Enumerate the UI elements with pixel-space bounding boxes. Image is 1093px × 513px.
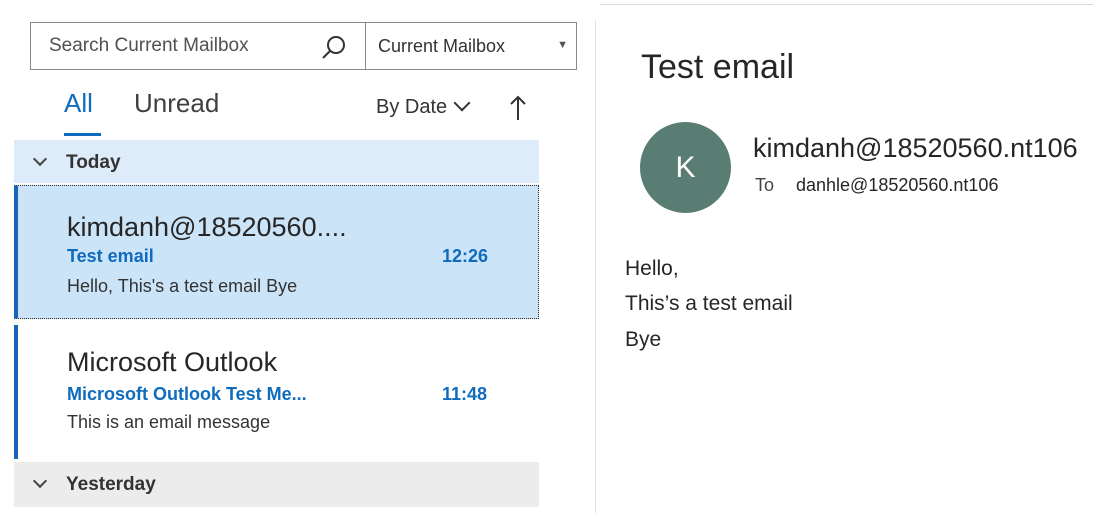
reading-to-label: To bbox=[755, 175, 775, 195]
message-item-selected[interactable]: kimdanh@18520560.... Test email 12:26 He… bbox=[14, 185, 539, 319]
group-header-today[interactable]: Today bbox=[14, 140, 539, 183]
email-body-line: Hello, bbox=[625, 257, 679, 280]
search-input[interactable] bbox=[31, 23, 365, 69]
tab-all[interactable]: All bbox=[64, 88, 93, 119]
message-sender: Microsoft Outlook bbox=[67, 347, 278, 377]
group-header-yesterday[interactable]: Yesterday bbox=[14, 462, 539, 507]
chevron-down-icon bbox=[453, 94, 471, 112]
active-tab-underline bbox=[64, 133, 101, 136]
reading-from-address[interactable]: kimdanh@18520560.nt106 bbox=[753, 133, 1078, 164]
message-subject: Microsoft Outlook Test Me... bbox=[67, 384, 307, 404]
search-scope-label: Current Mailbox bbox=[378, 36, 506, 56]
sort-by-dropdown[interactable]: By Date bbox=[376, 94, 471, 119]
message-subject: Test email bbox=[67, 246, 154, 266]
email-body-line: Bye bbox=[625, 328, 662, 351]
message-item[interactable]: Microsoft Outlook Microsoft Outlook Test… bbox=[14, 325, 539, 459]
pane-divider[interactable] bbox=[595, 20, 596, 513]
reading-to-address[interactable]: danhle@18520560.nt106 bbox=[796, 175, 998, 196]
search-icon[interactable] bbox=[319, 33, 349, 63]
reading-subject-title: Test email bbox=[641, 48, 795, 86]
email-body-line: This’s a test email bbox=[625, 292, 793, 315]
message-sender: kimdanh@18520560.... bbox=[67, 212, 347, 242]
chevron-down-icon: ▼ bbox=[557, 39, 568, 51]
search-box: Current Mailbox ▼ bbox=[30, 22, 577, 70]
search-scope-dropdown[interactable]: Current Mailbox ▼ bbox=[366, 23, 576, 69]
message-preview: Hello, This's a test email Bye bbox=[67, 276, 298, 296]
chevron-down-icon bbox=[32, 151, 48, 167]
arrow-up-icon[interactable] bbox=[508, 94, 528, 122]
sort-by-label: By Date bbox=[376, 96, 448, 118]
message-time: 12:26 bbox=[442, 246, 489, 266]
top-clipped-fragment bbox=[0, 0, 1093, 9]
sender-avatar[interactable]: K bbox=[640, 122, 731, 213]
message-time: 11:48 bbox=[442, 384, 488, 404]
top-divider bbox=[600, 4, 1093, 5]
group-label: Today bbox=[66, 152, 121, 173]
chevron-down-icon bbox=[32, 473, 48, 489]
message-preview: This is an email message bbox=[67, 412, 271, 432]
group-label: Yesterday bbox=[66, 474, 156, 495]
tab-unread[interactable]: Unread bbox=[134, 88, 219, 119]
